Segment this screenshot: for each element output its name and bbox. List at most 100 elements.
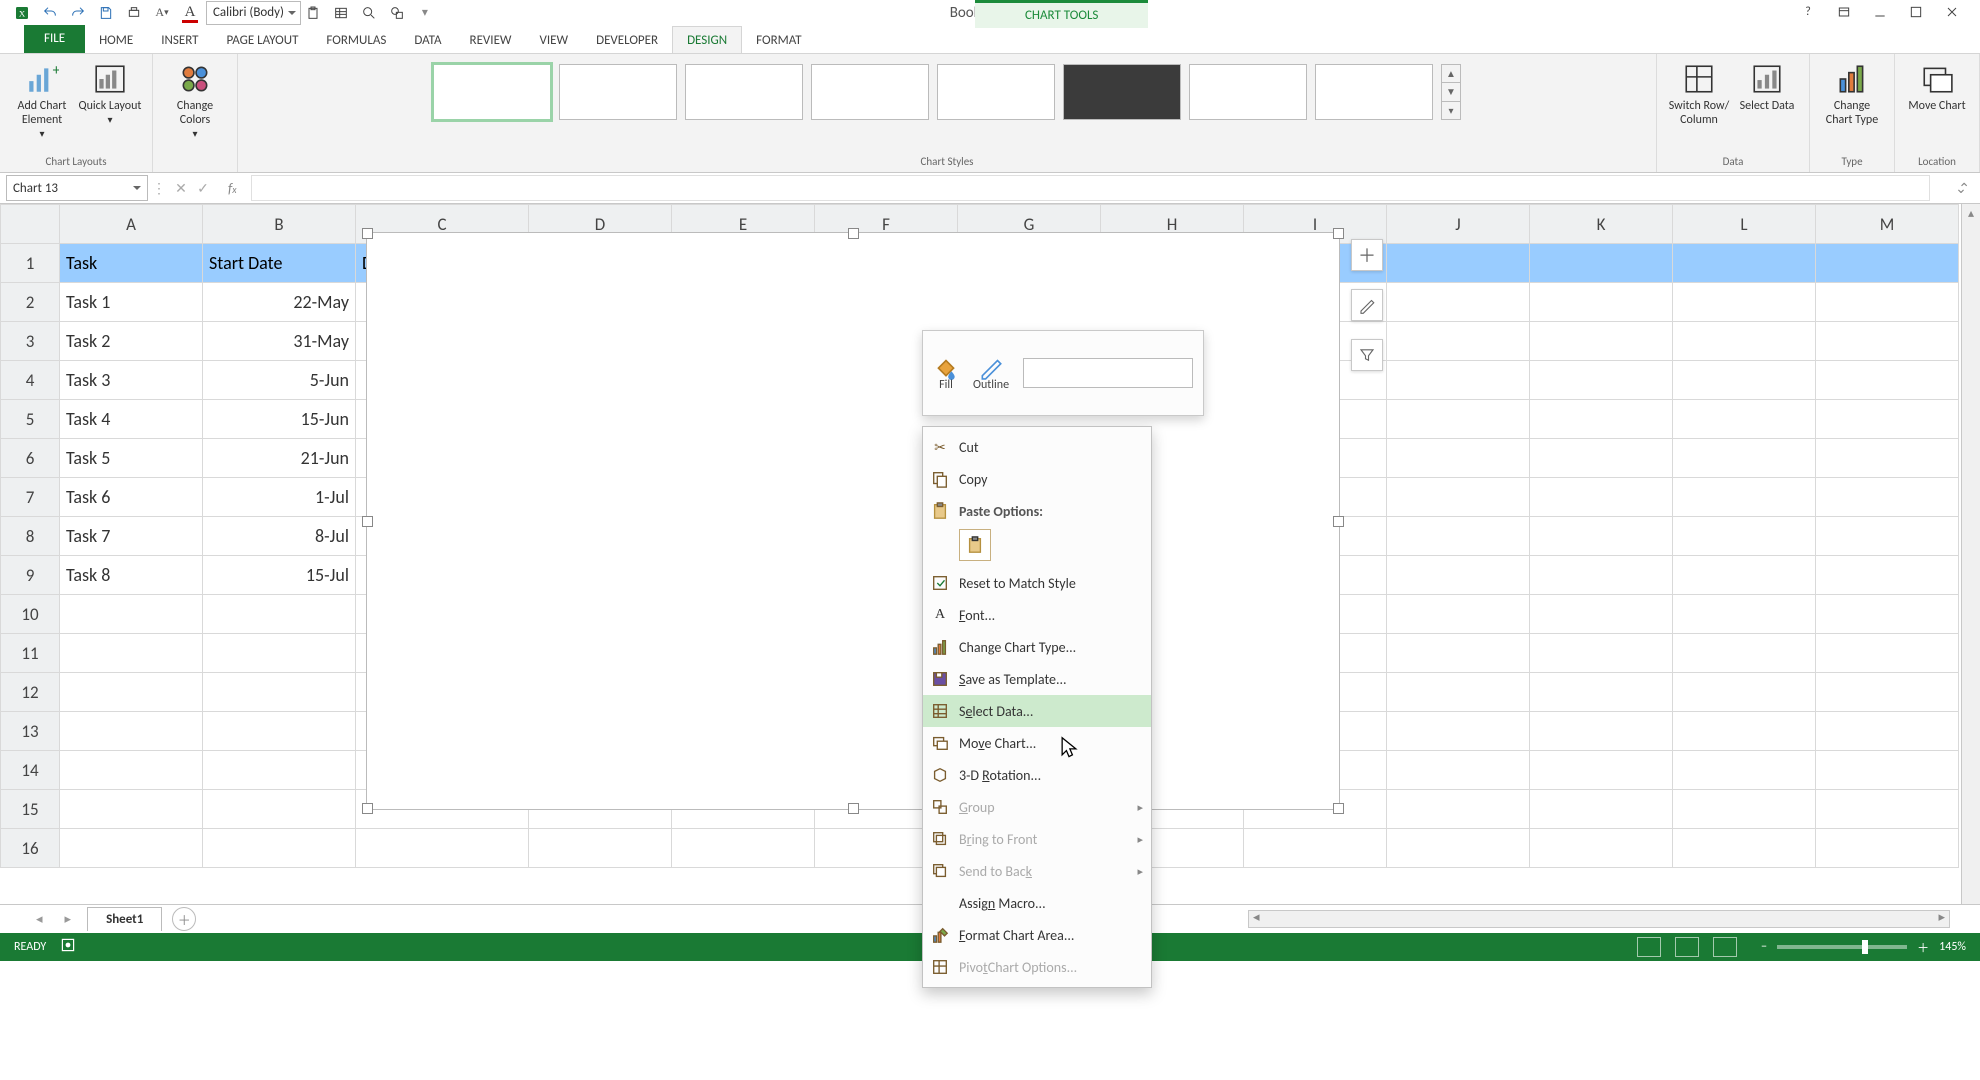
change-chart-type-button[interactable]: Change Chart Type xyxy=(1820,58,1884,152)
resize-handle-e[interactable] xyxy=(1333,516,1344,527)
cell-L3[interactable] xyxy=(1673,322,1816,361)
cell-B1[interactable]: Start Date xyxy=(203,244,356,283)
ctx-cut[interactable]: ✂Cut xyxy=(923,431,1151,463)
cell-K14[interactable] xyxy=(1530,751,1673,790)
cell-A2[interactable]: Task 1 xyxy=(60,283,203,322)
cell-L8[interactable] xyxy=(1673,517,1816,556)
ctx-assign-macro[interactable]: Assign Macro... xyxy=(923,887,1151,919)
cell-A4[interactable]: Task 3 xyxy=(60,361,203,400)
cell-L11[interactable] xyxy=(1673,634,1816,673)
add-sheet-button[interactable]: ＋ xyxy=(172,907,196,931)
ribbon-display-icon[interactable] xyxy=(1828,0,1860,24)
chart-style-2[interactable] xyxy=(559,64,677,120)
row-header-4[interactable]: 4 xyxy=(1,361,60,400)
cell-I16[interactable] xyxy=(1244,829,1387,868)
move-chart-button[interactable]: Move Chart xyxy=(1905,58,1969,152)
font-size-decrease-icon[interactable]: A▾ xyxy=(150,1,174,25)
view-page-layout-button[interactable] xyxy=(1675,937,1699,957)
zoom-in-button[interactable]: ＋ xyxy=(1917,939,1929,956)
cell-J6[interactable] xyxy=(1387,439,1530,478)
cell-M4[interactable] xyxy=(1816,361,1959,400)
cell-M16[interactable] xyxy=(1816,829,1959,868)
change-colors-button[interactable]: Change Colors▾ xyxy=(163,58,227,152)
ctx-change-chart-type[interactable]: Change Chart Type... xyxy=(923,631,1151,663)
cell-J11[interactable] xyxy=(1387,634,1530,673)
minimize-icon[interactable] xyxy=(1864,0,1896,24)
redo-icon[interactable] xyxy=(66,1,90,25)
add-chart-element-button[interactable]: + Add Chart Element▾ xyxy=(10,58,74,152)
column-header-M[interactable]: M xyxy=(1816,205,1959,244)
cell-J10[interactable] xyxy=(1387,595,1530,634)
cell-K7[interactable] xyxy=(1530,478,1673,517)
chart-object[interactable]: ＋ xyxy=(366,232,1340,810)
cell-L4[interactable] xyxy=(1673,361,1816,400)
cell-K9[interactable] xyxy=(1530,556,1673,595)
cell-A11[interactable] xyxy=(60,634,203,673)
table-icon[interactable] xyxy=(329,1,353,25)
resize-handle-n[interactable] xyxy=(848,228,859,239)
qat-customize-icon[interactable]: ▾ xyxy=(413,1,437,25)
chart-style-7[interactable] xyxy=(1189,64,1307,120)
cell-L1[interactable] xyxy=(1673,244,1816,283)
zoom-out-button[interactable]: − xyxy=(1761,940,1767,954)
sheet-tab-active[interactable]: Sheet1 xyxy=(87,907,162,931)
cell-J9[interactable] xyxy=(1387,556,1530,595)
row-header-2[interactable]: 2 xyxy=(1,283,60,322)
ctx-paste-default[interactable] xyxy=(959,529,991,561)
row-header-14[interactable]: 14 xyxy=(1,751,60,790)
tab-insert[interactable]: INSERT xyxy=(147,27,212,53)
maximize-icon[interactable] xyxy=(1900,0,1932,24)
font-selector[interactable]: Calibri (Body) xyxy=(206,1,301,25)
horizontal-scrollbar[interactable]: ◂ ▸ xyxy=(1248,910,1950,928)
row-header-6[interactable]: 6 xyxy=(1,439,60,478)
resize-handle-s[interactable] xyxy=(848,803,859,814)
cell-B3[interactable]: 31-May xyxy=(203,322,356,361)
tab-design[interactable]: DESIGN xyxy=(672,26,742,53)
cell-L10[interactable] xyxy=(1673,595,1816,634)
help-icon[interactable]: ? xyxy=(1792,0,1824,24)
row-header-15[interactable]: 15 xyxy=(1,790,60,829)
chart-style-1[interactable] xyxy=(433,64,551,120)
cancel-formula-icon[interactable]: ✕ xyxy=(170,180,192,197)
chart-style-4[interactable] xyxy=(811,64,929,120)
cell-K3[interactable] xyxy=(1530,322,1673,361)
cell-K8[interactable] xyxy=(1530,517,1673,556)
cell-L13[interactable] xyxy=(1673,712,1816,751)
view-page-break-button[interactable] xyxy=(1713,937,1737,957)
cell-K6[interactable] xyxy=(1530,439,1673,478)
chart-style-5[interactable] xyxy=(937,64,1055,120)
view-normal-button[interactable] xyxy=(1637,937,1661,957)
row-header-8[interactable]: 8 xyxy=(1,517,60,556)
cell-B4[interactable]: 5-Jun xyxy=(203,361,356,400)
cell-B15[interactable] xyxy=(203,790,356,829)
cell-A1[interactable]: Task xyxy=(60,244,203,283)
ctx-copy[interactable]: Copy xyxy=(923,463,1151,495)
cell-M9[interactable] xyxy=(1816,556,1959,595)
cell-K4[interactable] xyxy=(1530,361,1673,400)
chart-style-3[interactable] xyxy=(685,64,803,120)
cell-L9[interactable] xyxy=(1673,556,1816,595)
tab-format[interactable]: FORMAT xyxy=(742,27,815,53)
cell-B9[interactable]: 15-Jul xyxy=(203,556,356,595)
cell-J13[interactable] xyxy=(1387,712,1530,751)
sheet-nav-prev[interactable]: ◂ xyxy=(30,912,49,927)
cell-M6[interactable] xyxy=(1816,439,1959,478)
tab-data[interactable]: DATA xyxy=(400,27,455,53)
row-header-16[interactable]: 16 xyxy=(1,829,60,868)
font-color-icon[interactable]: A xyxy=(178,1,202,25)
cell-B7[interactable]: 1-Jul xyxy=(203,478,356,517)
ctx-reset-match-style[interactable]: Reset to Match Style xyxy=(923,567,1151,599)
ctx-save-template[interactable]: Save as Template... xyxy=(923,663,1151,695)
resize-handle-w[interactable] xyxy=(362,516,373,527)
ctx-select-data[interactable]: Select Data... xyxy=(923,695,1151,727)
column-header-A[interactable]: A xyxy=(60,205,203,244)
cell-M2[interactable] xyxy=(1816,283,1959,322)
clipboard-icon[interactable] xyxy=(301,1,325,25)
cell-J16[interactable] xyxy=(1387,829,1530,868)
ctx-move-chart[interactable]: Move Chart... xyxy=(923,727,1151,759)
mini-outline-button[interactable]: Outline xyxy=(973,354,1009,392)
cell-J1[interactable] xyxy=(1387,244,1530,283)
row-header-13[interactable]: 13 xyxy=(1,712,60,751)
cell-K11[interactable] xyxy=(1530,634,1673,673)
cell-B14[interactable] xyxy=(203,751,356,790)
